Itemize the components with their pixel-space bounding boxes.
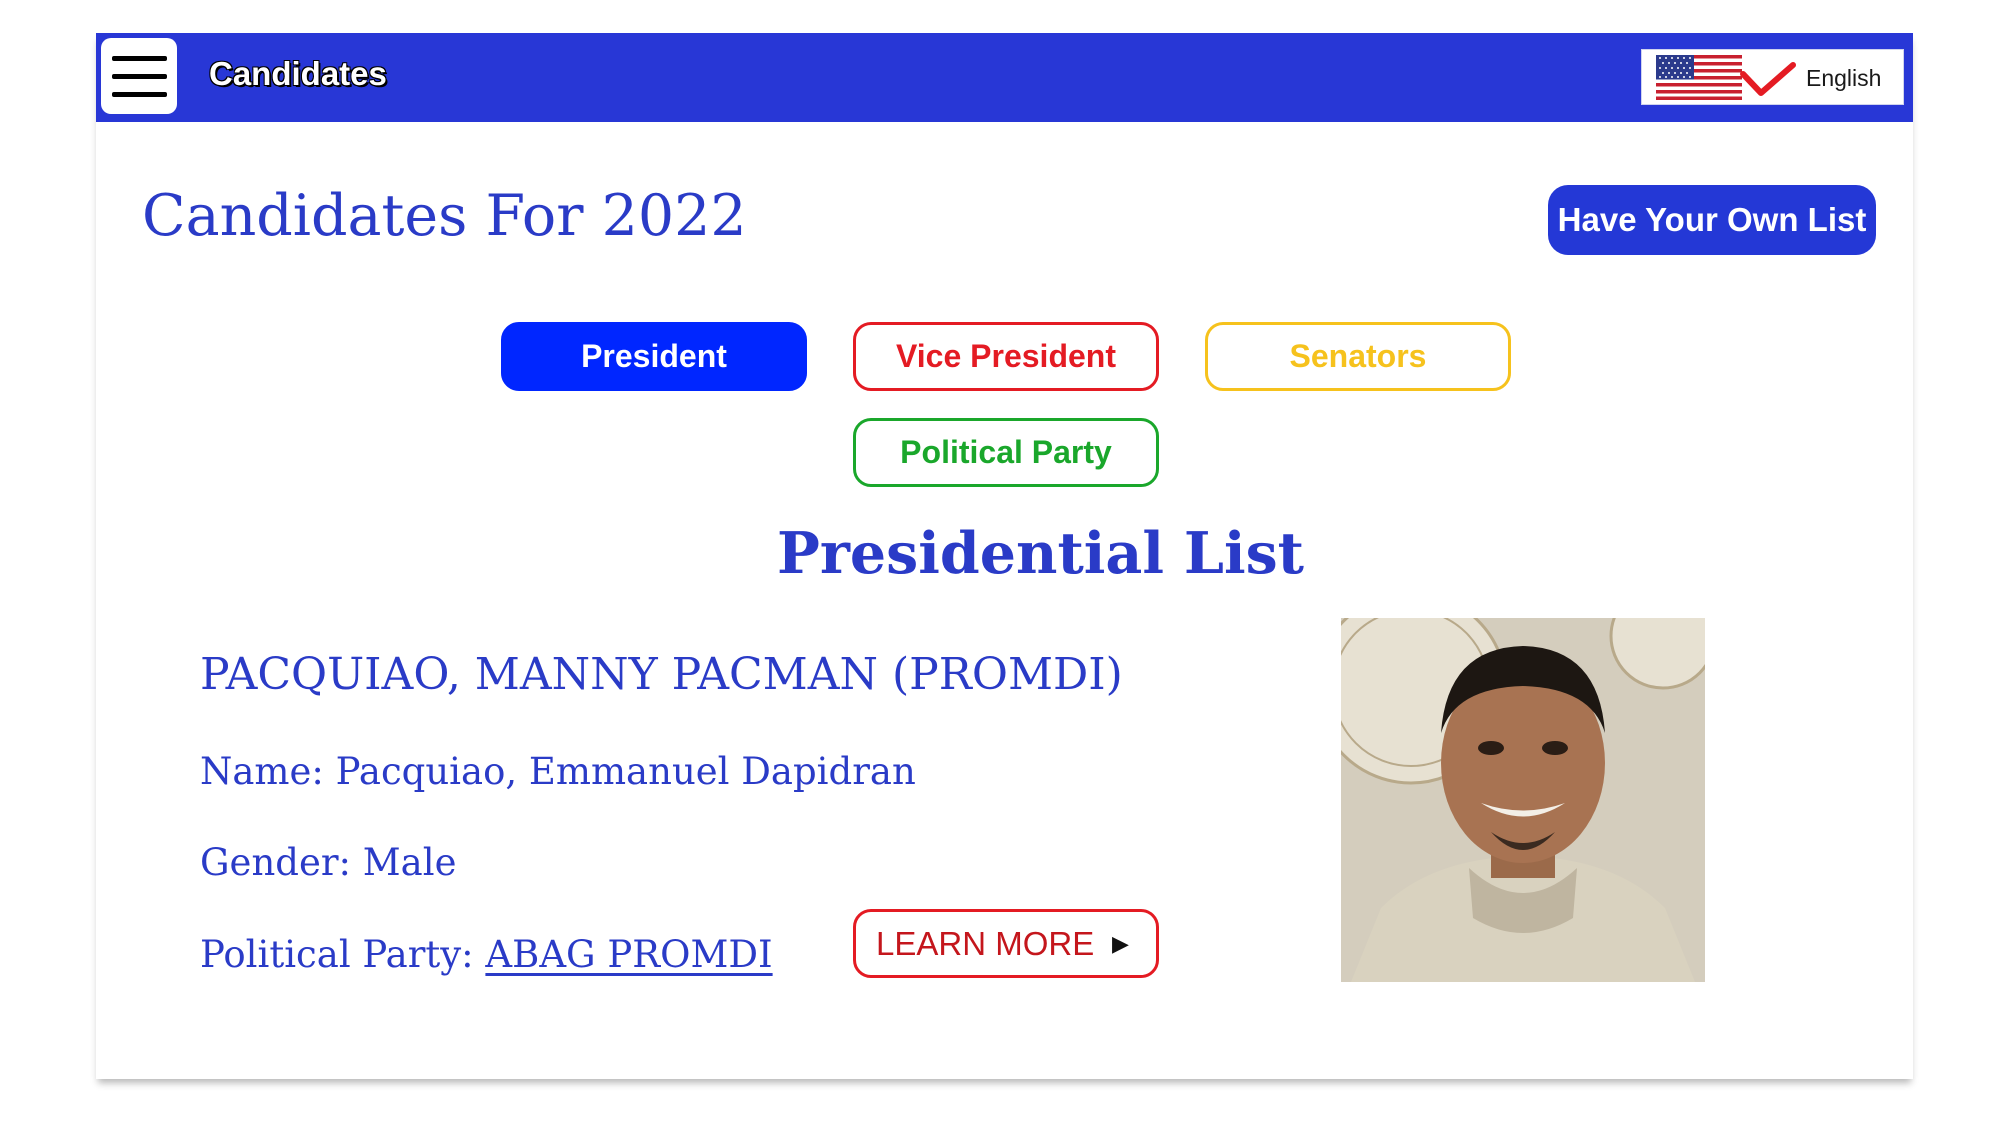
app-title: Candidates xyxy=(209,55,387,92)
tab-senators[interactable]: Senators xyxy=(1205,322,1511,391)
hamburger-menu-icon xyxy=(112,56,167,61)
candidate-party-row: Political Party: ABAG PROMDI xyxy=(200,931,773,979)
name-value: Pacquiao, Emmanuel Dapidran xyxy=(335,750,916,793)
learn-more-label: LEARN MORE xyxy=(876,925,1095,962)
top-bar: Candidates English xyxy=(96,33,1913,122)
candidate-heading: PACQUIAO, MANNY PACMAN (PROMDI) xyxy=(200,649,1123,700)
checkmark-icon xyxy=(1740,62,1796,96)
app-card: Candidates English Candidates For 2022 H… xyxy=(96,33,1913,1079)
tab-president[interactable]: President xyxy=(501,322,807,391)
gender-value: Male xyxy=(362,841,457,884)
have-your-own-list-button[interactable]: Have Your Own List xyxy=(1548,185,1876,255)
page-title: Candidates For 2022 xyxy=(142,183,747,249)
play-arrow-icon: ▶ xyxy=(1112,931,1129,956)
tab-vice-president[interactable]: Vice President xyxy=(853,322,1159,391)
party-label: Political Party: xyxy=(200,933,474,976)
us-flag-icon xyxy=(1656,55,1742,100)
language-label: English xyxy=(1806,65,1882,91)
hamburger-menu-icon-bar xyxy=(112,92,167,97)
language-selector[interactable]: English xyxy=(1641,49,1904,105)
learn-more-button[interactable]: LEARN MORE ▶ xyxy=(853,909,1159,978)
name-label: Name: xyxy=(200,750,324,793)
gender-label: Gender: xyxy=(200,841,352,884)
hamburger-menu-icon-bar xyxy=(112,74,167,79)
candidate-name-row: Name: Pacquiao, Emmanuel Dapidran xyxy=(200,748,916,796)
hamburger-menu-button[interactable] xyxy=(101,38,177,114)
list-title: Presidential List xyxy=(776,520,1305,587)
candidate-portrait xyxy=(1341,618,1705,982)
candidate-gender-row: Gender: Male xyxy=(200,839,456,887)
party-link[interactable]: ABAG PROMDI xyxy=(485,933,772,976)
tab-political-party[interactable]: Political Party xyxy=(853,418,1159,487)
candidate-photo xyxy=(1341,618,1705,982)
